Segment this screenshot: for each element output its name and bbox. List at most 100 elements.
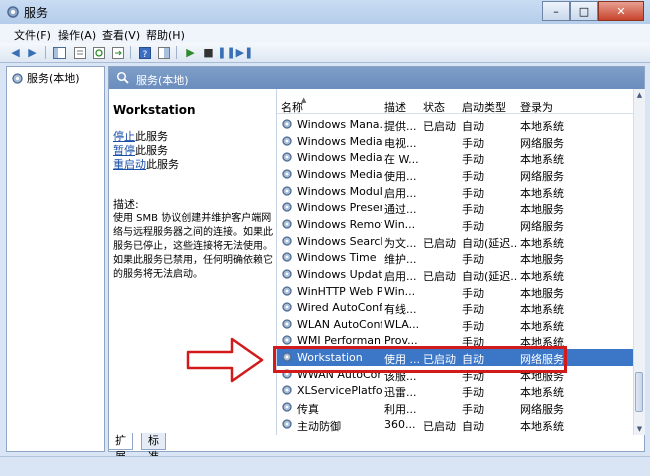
help-icon[interactable]: ? xyxy=(137,45,152,60)
tab-standard[interactable]: 标准 xyxy=(141,433,166,463)
service-row[interactable]: Windows Time 维护... 手动 本地服务 xyxy=(277,249,634,266)
vertical-scrollbar[interactable]: ▲ ▼ xyxy=(633,89,645,435)
service-logon-cell: 本地服务 xyxy=(520,286,564,300)
service-actions: 停止此服务 暂停此服务 重启动此服务 xyxy=(113,130,179,172)
service-name-cell: Windows Mana... xyxy=(297,118,382,131)
service-row[interactable]: 传真 利用... 手动 网络服务 xyxy=(277,399,634,416)
service-logon-cell: 本地系统 xyxy=(520,319,564,333)
service-logon-cell: 本地系统 xyxy=(520,303,564,317)
refresh-icon[interactable] xyxy=(91,45,106,60)
service-row[interactable]: Windows Remot...Win... 手动 网络服务 xyxy=(277,216,634,233)
menu-action[interactable]: 操作(A) xyxy=(58,27,96,43)
console-tree-icon[interactable] xyxy=(52,45,67,60)
gear-icon xyxy=(282,302,292,312)
tab-extended[interactable]: 扩展 xyxy=(108,433,133,463)
title-bar: 服务 – □ ✕ xyxy=(0,0,650,24)
service-startup-cell: 手动 xyxy=(462,253,484,267)
service-row[interactable]: Windows Modul...启用... 手动 本地系统 xyxy=(277,183,634,200)
service-logon-cell: 本地服务 xyxy=(520,253,564,267)
service-row[interactable]: Windows Search 为文... 已启动 自动(延迟... 本地系统 xyxy=(277,233,634,250)
maximize-button[interactable]: □ xyxy=(570,1,598,21)
service-name-cell: Windows Time xyxy=(297,251,377,265)
forward-icon[interactable]: ▶ xyxy=(25,45,40,60)
gear-icon xyxy=(282,235,292,246)
column-startup-type[interactable]: 启动类型 xyxy=(462,99,506,115)
gear-icon xyxy=(282,335,292,346)
service-logon-cell: 网络服务 xyxy=(520,403,564,417)
service-row[interactable]: XLServicePlatform迅雷... 手动 本地系统 xyxy=(277,382,634,399)
service-description-cell: 启用... xyxy=(384,269,417,283)
service-description-cell: 通过... xyxy=(384,203,417,217)
menu-help[interactable]: 帮助(H) xyxy=(146,27,185,43)
service-row[interactable]: Windows Media...在 W... 手动 本地系统 xyxy=(277,149,634,166)
column-description[interactable]: 描述 xyxy=(384,99,406,115)
column-status[interactable]: 状态 xyxy=(423,99,445,115)
description-label: 描述: xyxy=(113,198,139,211)
service-logon-cell: 本地系统 xyxy=(520,269,564,283)
service-description-cell: 启用... xyxy=(384,186,417,200)
export-list-icon[interactable] xyxy=(110,45,125,60)
gear-icon xyxy=(282,419,292,429)
service-row[interactable]: Windows Media...使用... 手动 网络服务 xyxy=(277,166,634,183)
service-name-cell: Windows Remot... xyxy=(297,217,382,231)
gear-icon xyxy=(282,285,292,296)
gear-icon xyxy=(282,202,292,212)
service-row[interactable]: WinHTTP Web P...Win... 手动 本地服务 xyxy=(277,283,634,300)
gear-icon xyxy=(282,135,292,146)
service-logon-cell: 本地系统 xyxy=(520,186,564,200)
tree-item-label: 服务(本地) xyxy=(27,72,80,85)
pause-service-icon[interactable]: ❚❚ xyxy=(217,45,235,60)
service-row[interactable]: Windows Presen...通过... 手动 本地服务 xyxy=(277,199,634,216)
service-startup-cell: 手动 xyxy=(462,219,484,233)
service-row[interactable]: Windows Media...电视... 手动 网络服务 xyxy=(277,133,634,150)
tree-item-services-local[interactable]: 服务(本地) xyxy=(11,70,80,86)
gear-icon xyxy=(282,269,292,279)
service-description-cell: 迅雷... xyxy=(384,386,417,400)
scroll-thumb[interactable] xyxy=(635,372,643,412)
service-name-cell: Windows Update xyxy=(297,267,382,281)
service-logon-cell: 本地系统 xyxy=(520,419,564,433)
service-row[interactable]: Wired AutoConfig有线... 手动 本地系统 xyxy=(277,299,634,316)
stop-service-link[interactable]: 停止 xyxy=(113,130,135,143)
gear-icon xyxy=(12,72,23,84)
gear-icon xyxy=(282,169,292,179)
column-name[interactable]: ▲ 名称 xyxy=(281,96,306,115)
show-hide-icon[interactable] xyxy=(156,45,171,60)
menu-view[interactable]: 查看(V) xyxy=(102,27,140,43)
service-description-cell: 有线... xyxy=(384,303,417,317)
start-service-icon[interactable]: ▶ xyxy=(183,45,198,60)
minimize-button[interactable]: – xyxy=(542,1,570,21)
pause-service-link[interactable]: 暂停 xyxy=(113,144,135,157)
service-row[interactable]: WLAN AutoConfigWLA... 手动 本地系统 xyxy=(277,316,634,333)
restart-service-link[interactable]: 重启动 xyxy=(113,158,146,171)
scroll-down-icon[interactable]: ▼ xyxy=(634,423,645,435)
service-startup-cell: 手动 xyxy=(462,319,484,333)
scroll-up-icon[interactable]: ▲ xyxy=(634,89,645,101)
gear-icon xyxy=(282,185,292,196)
service-name-cell: WinHTTP Web P... xyxy=(297,284,382,298)
stop-service-icon[interactable]: ■ xyxy=(201,45,216,60)
stop-service-suffix: 此服务 xyxy=(135,130,168,143)
service-row[interactable]: 主动防御 360... 已启动 自动 本地系统 xyxy=(277,416,634,433)
gear-icon xyxy=(7,6,19,18)
back-icon[interactable]: ◀ xyxy=(8,45,23,60)
properties-icon[interactable] xyxy=(72,45,87,60)
restart-service-icon[interactable]: ▶❚ xyxy=(236,45,254,60)
service-name-cell: Windows Media... xyxy=(297,151,382,165)
close-button[interactable]: ✕ xyxy=(598,1,644,21)
service-startup-cell: 手动 xyxy=(462,403,484,417)
service-row[interactable]: Windows Update 启用... 已启动 自动(延迟... 本地系统 xyxy=(277,266,634,283)
description-text: 使用 SMB 协议创建并维护客户端网络与远程服务器之间的连接。如果此服务已停止，… xyxy=(113,213,273,280)
service-name-cell: Windows Media... xyxy=(297,134,382,148)
service-description-cell: 电视... xyxy=(384,136,417,150)
menu-file[interactable]: 文件(F) xyxy=(14,27,51,43)
service-description-cell: 在 W... xyxy=(384,153,419,167)
service-name-cell: WLAN AutoConfig xyxy=(297,317,382,331)
service-logon-cell: 网络服务 xyxy=(520,219,564,233)
column-logon-as[interactable]: 登录为 xyxy=(520,99,553,115)
service-description-cell: 360... xyxy=(384,417,416,431)
service-name-cell: 传真 xyxy=(297,403,319,417)
service-startup-cell: 手动 xyxy=(462,303,484,317)
service-name-cell: Windows Search xyxy=(297,234,382,248)
service-row[interactable]: Windows Mana... 提供... 已启动 自动 本地系统 xyxy=(277,116,634,133)
